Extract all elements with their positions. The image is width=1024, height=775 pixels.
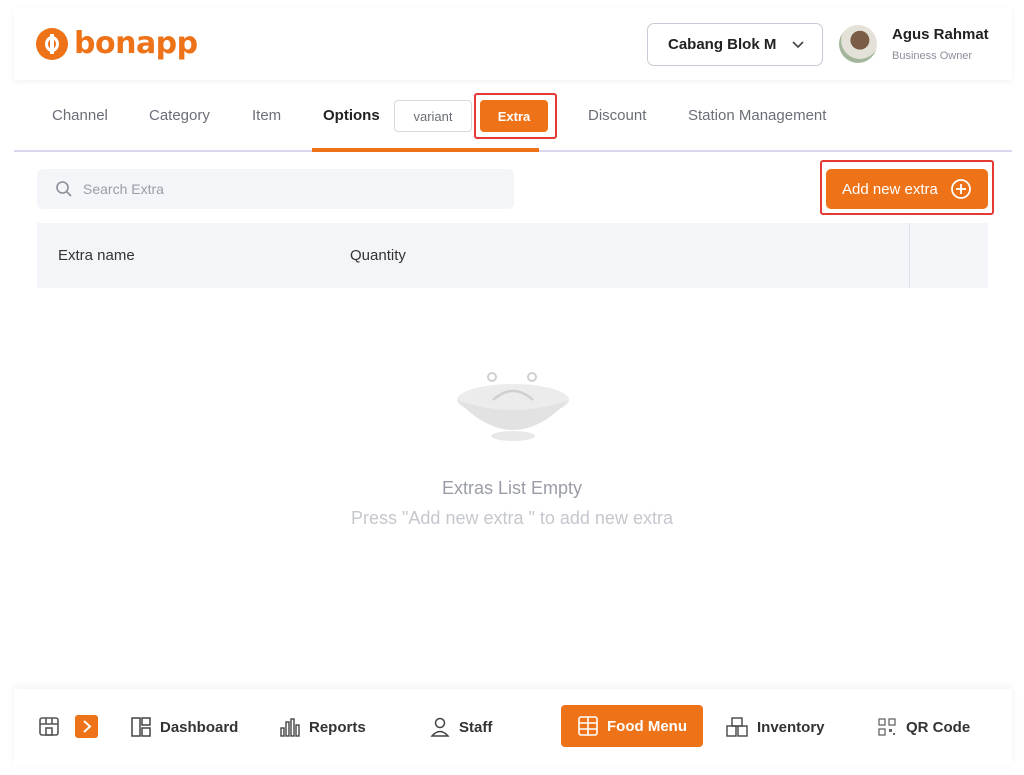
staff-icon [430,717,450,737]
tab-item[interactable]: Item [252,107,281,124]
tab-station-management[interactable]: Station Management [688,107,826,124]
nav-inventory-label: Inventory [757,718,825,736]
column-extra-name: Extra name [58,247,135,264]
nav-food-menu-label: Food Menu [607,717,687,735]
search-bar [37,169,514,209]
chevron-down-icon [792,41,804,49]
nav-staff-label: Staff [459,718,493,736]
qr-code-icon [878,718,896,736]
tab-discount[interactable]: Discount [588,107,646,124]
tab-options[interactable]: Options [323,107,380,124]
nav-dashboard[interactable]: Dashboard [130,689,238,765]
table-header: Extra name Quantity [37,223,988,288]
nav-qr-code[interactable]: QR Code [876,689,970,765]
store-icon[interactable] [38,715,60,737]
brand-name: bonapp [74,26,198,61]
branch-label: Cabang Blok M [668,36,777,53]
search-input[interactable] [83,169,503,209]
tab-channel[interactable]: Channel [52,107,108,124]
chevron-right-icon [83,720,92,733]
nav-reports-label: Reports [309,718,366,736]
tab-category[interactable]: Category [149,107,210,124]
subtab-variant[interactable]: variant [394,100,472,132]
add-button-highlight-box [820,160,994,215]
nav-staff[interactable]: Staff [429,689,492,765]
expand-nav-button[interactable] [75,715,98,738]
extra-highlight-box [474,93,557,139]
nav-qr-code-label: QR Code [906,718,971,736]
nav-food-menu[interactable]: Food Menu [561,705,703,747]
dashboard-icon [131,717,151,737]
column-divider [909,223,910,288]
top-header: bonapp Cabang Blok M Agus Rahmat Busines… [14,8,1012,80]
empty-state-subtitle: Press "Add new extra " to add new extra [351,508,673,528]
empty-state-title: Extras List Empty [441,478,583,498]
food-menu-icon [578,716,598,736]
column-quantity: Quantity [350,247,406,264]
user-role: Business Owner [892,50,973,62]
logo-icon [36,27,68,60]
nav-reports[interactable]: Reports [279,689,366,765]
empty-bowl-icon [457,372,569,441]
nav-inventory[interactable]: Inventory [725,689,825,765]
inventory-icon [726,717,748,737]
search-icon [56,181,72,197]
reports-icon [280,718,300,737]
avatar[interactable] [839,25,877,63]
bottom-nav: Dashboard Reports Staff Food Menu Invent… [14,689,1012,765]
brand-logo[interactable]: bonapp [36,26,198,61]
nav-dashboard-label: Dashboard [160,718,239,736]
branch-selector[interactable]: Cabang Blok M [647,23,823,66]
active-tab-indicator [312,148,539,152]
user-name: Agus Rahmat [892,26,989,43]
